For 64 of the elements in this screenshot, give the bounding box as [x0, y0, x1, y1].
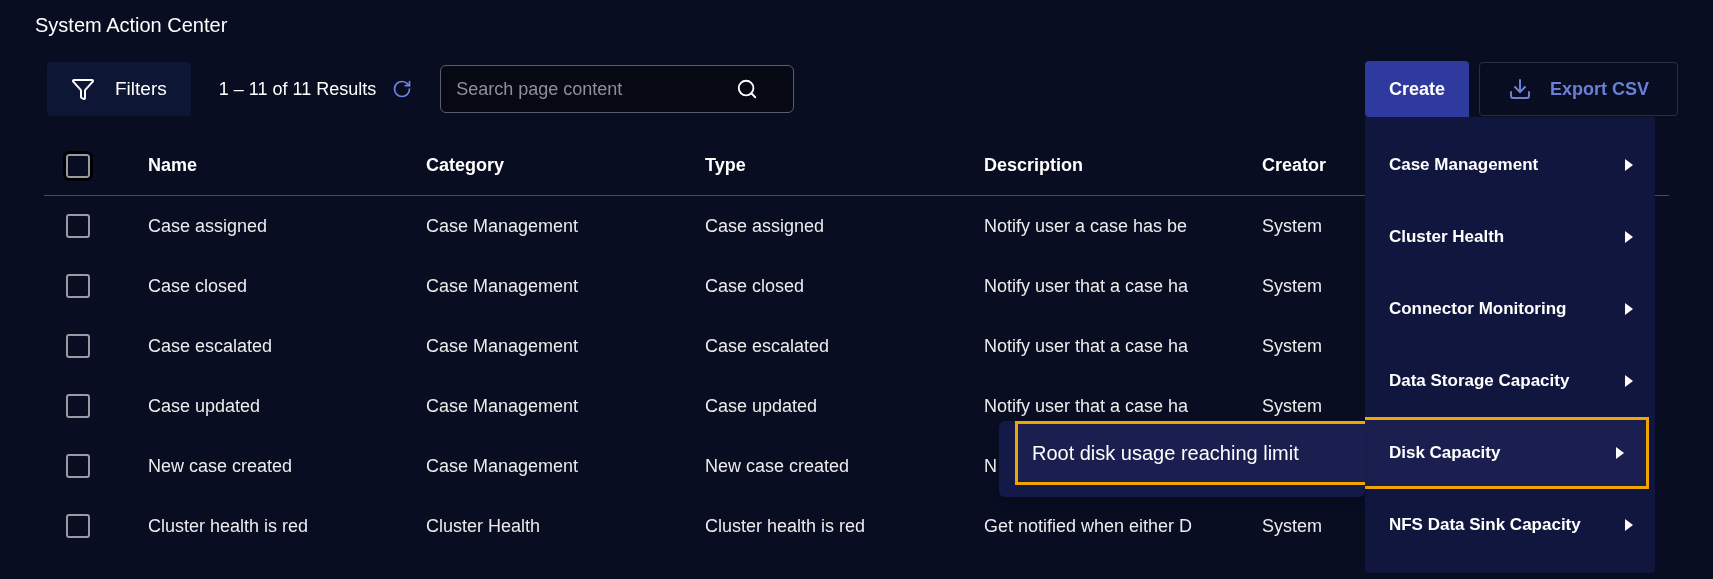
menu-item[interactable]: Case Management [1364, 129, 1655, 201]
results-count: 1 – 11 of 11 Results [218, 77, 377, 101]
menu-item[interactable]: Root disk usage reaching limit [1014, 421, 1365, 485]
caret-right-icon [1624, 519, 1633, 531]
table-cell-text: System [1262, 274, 1322, 298]
table-cell-text: Case closed [148, 274, 248, 298]
caret-right-icon [1624, 303, 1633, 315]
table-cell-text: Notify user that a case ha [984, 394, 1189, 418]
table-cell-text: System [1262, 514, 1322, 538]
table-cell-text: System [1262, 214, 1322, 238]
caret-right-icon [1624, 159, 1633, 171]
checkbox[interactable] [66, 214, 90, 238]
column-header: Description [984, 154, 1084, 177]
checkbox[interactable] [66, 454, 90, 478]
table-cell-text: Notify user a case has be [984, 214, 1188, 238]
table-cell-text: Case assigned [148, 214, 268, 238]
search-icon[interactable] [736, 78, 759, 100]
table-cell-text: New case created [705, 454, 850, 478]
table-cell-text: Case escalated [148, 334, 273, 358]
refresh-icon[interactable] [392, 79, 413, 99]
table-cell-text: Case updated [705, 394, 818, 418]
column-header: Category [426, 154, 505, 177]
search-field[interactable]: Search page content [440, 65, 795, 113]
caret-right-icon [1615, 447, 1624, 459]
table-cell-text: Case Management [426, 214, 579, 238]
checkbox[interactable] [66, 334, 90, 358]
table-cell-text: Case closed [705, 274, 805, 298]
caret-right-icon [1624, 375, 1633, 387]
table-cell-text: Case escalated [705, 334, 830, 358]
table-cell-text: Cluster Health [426, 514, 541, 538]
checkbox[interactable] [66, 514, 90, 538]
table-cell-text: Case updated [148, 394, 261, 418]
page-title: System Action Center [35, 13, 229, 38]
download-icon [1507, 77, 1532, 101]
table-cell-text: Notify user that a case ha [984, 334, 1189, 358]
table-cell-text: Case Management [426, 454, 579, 478]
menu-item[interactable]: Disk Capacity [1364, 417, 1649, 489]
column-header: Creator [1262, 154, 1327, 177]
menu-item[interactable]: Connector Monitoring [1364, 273, 1655, 345]
table-cell-text: System [1262, 334, 1322, 358]
table-cell-text: System [1262, 394, 1322, 418]
checkbox[interactable] [66, 394, 90, 418]
filter-icon [71, 77, 95, 101]
table-cell-text: Case Management [426, 334, 579, 358]
table-cell-text: Cluster health is red [705, 514, 866, 538]
caret-right-icon [1624, 231, 1633, 243]
column-header: Type [705, 154, 746, 177]
table-cell-text: Cluster health is red [148, 514, 309, 538]
filters-button[interactable]: Filters [47, 62, 191, 116]
export-csv-button[interactable]: Export CSV [1478, 62, 1678, 116]
create-button[interactable]: Create [1364, 61, 1469, 117]
checkbox[interactable] [66, 153, 90, 178]
checkbox[interactable] [66, 274, 90, 298]
table-cell-text: N [984, 454, 997, 478]
column-header: Name [148, 154, 198, 177]
table-cell-text: New case created [148, 454, 293, 478]
table-cell-text: Notify user that a case ha [984, 274, 1189, 298]
menu-item[interactable]: Cluster Health [1364, 201, 1655, 273]
menu-item[interactable]: Data Storage Capacity [1364, 345, 1655, 417]
table-cell-text: Case Management [426, 274, 579, 298]
table-cell-text: Get notified when either D [984, 514, 1193, 538]
menu-item[interactable]: NFS Data Sink Capacity [1364, 489, 1655, 561]
table-cell-text: Case Management [426, 394, 579, 418]
table-cell-text: Case assigned [705, 214, 825, 238]
